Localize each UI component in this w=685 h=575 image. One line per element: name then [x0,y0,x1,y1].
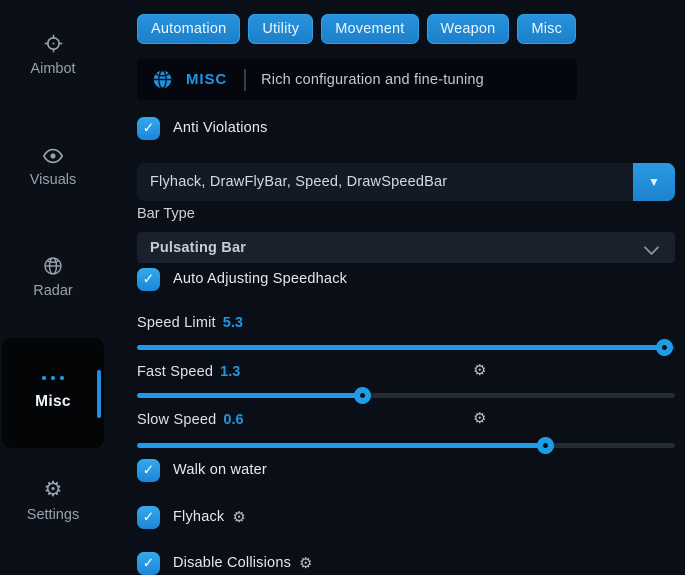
check-icon: ✓ [143,510,155,524]
fast-speed-slider[interactable] [137,393,675,398]
slider-thumb[interactable] [656,339,673,356]
slider-label: Slow Speed [137,412,216,428]
section-header: MISC Rich configuration and fine-tuning [137,59,577,100]
check-icon: ✓ [143,463,155,477]
checkbox-label: Anti Violations [173,120,268,136]
feature-multiselect[interactable]: Flyhack, DrawFlyBar, Speed, DrawSpeedBar… [137,163,675,201]
checkbox-checked[interactable]: ✓ [137,459,160,482]
anti-violations-toggle[interactable]: ✓ Anti Violations [137,116,675,140]
sidebar-item-radar[interactable]: Radar [0,256,106,299]
slow-speed-header: Slow Speed 0.6 ⚙ [137,410,675,429]
slider-fill [137,443,546,448]
gear-icon[interactable]: ⚙ [232,510,245,525]
sidebar-item-aimbot[interactable]: Aimbot [0,33,106,77]
dropdown-open-button[interactable]: ▼ [633,163,675,201]
tab-automation[interactable]: Automation [137,14,240,44]
slider-thumb-hole [543,443,548,448]
slider-thumb-hole [662,345,667,350]
gear-icon: ⚙ [44,480,63,500]
gear-icon[interactable]: ⚙ [473,363,486,378]
slow-speed-slider[interactable] [137,443,675,448]
check-icon: ✓ [143,121,155,135]
tab-misc[interactable]: Misc [517,14,576,44]
sidebar-item-settings[interactable]: ⚙ Settings [0,480,106,523]
slider-fill [137,345,664,350]
globe-icon [43,256,63,276]
checkbox-checked[interactable]: ✓ [137,506,160,529]
slider-fill [137,393,363,398]
speed-limit-header: Speed Limit 5.3 [137,313,675,332]
slider-value: 5.3 [223,315,243,331]
crosshair-icon [43,33,64,54]
sidebar-item-label: Visuals [30,172,76,188]
checkbox-checked[interactable]: ✓ [137,117,160,140]
walk-on-water-toggle[interactable]: ✓ Walk on water [137,458,675,482]
globe-icon [152,69,173,90]
disable-collisions-toggle[interactable]: ✓ Disable Collisions ⚙ [137,551,675,575]
ellipsis-icon [42,376,64,380]
section-title: MISC [186,71,227,88]
speed-limit-slider[interactable] [137,345,675,350]
eye-icon [42,147,64,165]
flyhack-toggle[interactable]: ✓ Flyhack ⚙ [137,505,675,529]
slider-value: 0.6 [223,412,243,428]
sidebar: Aimbot Visuals Radar Misc ⚙ Settings [0,0,118,563]
section-subtitle: Rich configuration and fine-tuning [261,72,484,88]
main-panel: Automation Utility Movement Weapon Misc … [137,0,675,575]
tab-movement[interactable]: Movement [321,14,418,44]
bar-type-select[interactable]: Pulsating Bar [137,232,675,263]
auto-adjusting-speedhack-toggle[interactable]: ✓ Auto Adjusting Speedhack [137,267,675,291]
multiselect-value: Flyhack, DrawFlyBar, Speed, DrawSpeedBar [137,174,447,190]
checkbox-checked[interactable]: ✓ [137,268,160,291]
checkbox-label: Disable Collisions [173,555,291,571]
checkbox-label: Auto Adjusting Speedhack [173,271,347,287]
sidebar-item-label: Settings [27,507,79,523]
check-icon: ✓ [143,272,155,286]
checkbox-label: Walk on water [173,462,267,478]
slider-value: 1.3 [220,364,240,380]
gear-icon[interactable]: ⚙ [299,556,312,571]
tab-utility[interactable]: Utility [248,14,313,44]
chevron-down-icon [644,240,660,256]
active-indicator-bar [97,370,101,418]
gear-icon[interactable]: ⚙ [473,411,486,426]
sidebar-item-label: Radar [33,283,73,299]
sidebar-item-visuals[interactable]: Visuals [0,147,106,188]
bar-type-label: Bar Type [137,206,675,224]
slider-label: Fast Speed [137,364,213,380]
fast-speed-header: Fast Speed 1.3 ⚙ [137,362,675,381]
sidebar-item-label: Aimbot [30,61,75,77]
divider [244,69,246,91]
checkbox-label: Flyhack [173,509,224,525]
slider-thumb[interactable] [354,387,371,404]
sidebar-item-label: Misc [35,393,71,411]
slider-thumb-hole [360,393,365,398]
tab-bar: Automation Utility Movement Weapon Misc [137,14,675,44]
checkbox-checked[interactable]: ✓ [137,552,160,575]
slider-label: Speed Limit [137,315,216,331]
slider-thumb[interactable] [537,437,554,454]
dropdown-arrow-icon: ▼ [648,176,660,188]
sidebar-item-misc-active[interactable]: Misc [2,338,104,448]
tab-weapon[interactable]: Weapon [427,14,510,44]
select-value: Pulsating Bar [137,240,246,256]
